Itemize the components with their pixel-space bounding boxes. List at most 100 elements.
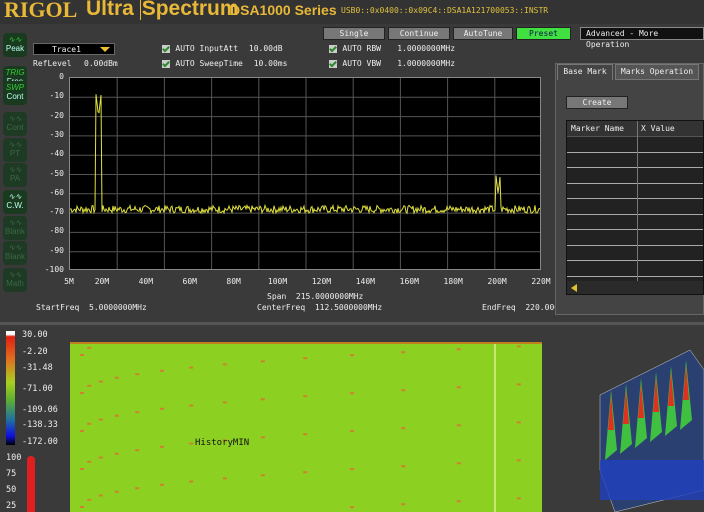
checkbox-icon[interactable] xyxy=(162,44,170,53)
sidebar-item-peak[interactable]: ∿∿ Peak xyxy=(3,33,27,57)
table-row[interactable] xyxy=(567,261,703,277)
checkbox-icon[interactable] xyxy=(329,59,337,68)
sweep-time-row[interactable]: AUTO SweepTime 10.00ms xyxy=(162,59,287,69)
input-att-row[interactable]: AUTO InputAtt 10.00dB xyxy=(162,44,283,54)
color-scale-label: -71.00 xyxy=(22,384,53,394)
column-x-value: X Value xyxy=(641,124,675,133)
table-row[interactable] xyxy=(567,168,703,184)
waterfall-mark xyxy=(160,407,164,410)
start-freq-readout: StartFreq 5.0000000MHz xyxy=(36,303,147,312)
span-readout: Span 215.0000000MHz xyxy=(267,292,364,301)
waterfall-mark xyxy=(98,456,103,459)
preset-button[interactable]: Preset xyxy=(516,27,571,40)
waterfall-mark xyxy=(160,483,164,486)
sidebar-item-blank[interactable]: ∿∿ Blank xyxy=(3,216,27,240)
waterfall-mark xyxy=(98,380,103,383)
3d-floor xyxy=(600,460,704,500)
3d-spectrogram[interactable] xyxy=(595,350,704,512)
sidebar-label: PA xyxy=(9,174,21,183)
table-row[interactable] xyxy=(567,230,703,246)
waterfall-mark xyxy=(350,354,354,357)
center-freq-readout: CenterFreq 112.5000000MHz xyxy=(257,303,383,312)
color-scale-label: 30.00 xyxy=(22,330,48,340)
rbw-row[interactable]: AUTO RBW 1.0000000MHz xyxy=(329,44,455,54)
sidebar-item-cont[interactable]: ∿∿ Cont xyxy=(3,112,27,136)
waterfall-mark xyxy=(401,389,406,392)
single-button[interactable]: Single xyxy=(323,27,385,40)
spectrum-plot[interactable] xyxy=(69,77,541,270)
sidebar-item-math[interactable]: ∿∿ Math xyxy=(3,268,27,292)
create-button[interactable]: Create xyxy=(566,96,628,109)
waterfall-mark xyxy=(135,373,140,376)
waterfall-mark xyxy=(222,401,227,404)
y-tick: -40 xyxy=(49,149,64,159)
ref-level-label: RefLevel xyxy=(33,59,72,68)
waterfall-mark xyxy=(456,424,461,427)
trace-select[interactable]: Trace1 xyxy=(33,43,115,55)
x-tick: 20M xyxy=(94,277,110,286)
horizontal-scrollbar[interactable] xyxy=(567,281,703,294)
waterfall-mark xyxy=(456,500,461,503)
gauge-label: 75 xyxy=(6,469,17,479)
table-row[interactable] xyxy=(567,215,703,230)
table-row[interactable] xyxy=(567,199,703,215)
tab-base-mark[interactable]: Base Mark xyxy=(557,64,613,80)
sidebar-top: ∿∿ xyxy=(8,114,22,123)
waterfall-mark xyxy=(303,471,308,474)
y-tick: -10 xyxy=(49,91,64,101)
sidebar-item-cont[interactable]: SWP Cont xyxy=(3,81,27,105)
waterfall-mark xyxy=(189,442,194,445)
waterfall-mark xyxy=(135,449,140,452)
y-tick: -80 xyxy=(49,226,64,236)
scroll-left-icon[interactable] xyxy=(571,284,577,292)
y-tick: -30 xyxy=(49,129,64,139)
sidebar-item-blank[interactable]: ∿∿ Blank xyxy=(3,241,27,265)
table-row[interactable] xyxy=(567,246,703,261)
waterfall-mark xyxy=(135,411,140,414)
waterfall-mark xyxy=(114,414,119,417)
x-tick: 200M xyxy=(487,277,507,286)
y-tick: -20 xyxy=(49,110,64,120)
waterfall-mark xyxy=(260,436,265,439)
sidebar-item-pa[interactable]: ∿∿ PA xyxy=(3,163,27,187)
waterfall-mark xyxy=(401,465,406,468)
sidebar-top: ∿∿ xyxy=(8,165,22,174)
advanced-dropdown[interactable]: Advanced - More Operation xyxy=(580,27,704,49)
waterfall-mark xyxy=(350,468,354,471)
color-scale-label: -172.00 xyxy=(22,437,58,447)
checkbox-icon[interactable] xyxy=(329,44,337,53)
waterfall-plot[interactable] xyxy=(70,342,542,512)
sidebar-label: Blank xyxy=(4,252,25,261)
waterfall-mark xyxy=(350,506,354,509)
sidebar-label: Math xyxy=(6,279,24,288)
table-row[interactable] xyxy=(567,137,703,153)
waterfall-mark xyxy=(516,459,521,462)
continue-button[interactable]: Continue xyxy=(388,27,450,40)
checkbox-icon[interactable] xyxy=(162,59,170,68)
waterfall-mark xyxy=(222,477,227,480)
waterfall-label: HistoryMIN xyxy=(195,438,250,448)
waterfall-mark xyxy=(222,363,227,366)
waterfall-mark xyxy=(87,384,92,387)
column-marker-name: Marker Name xyxy=(571,124,624,133)
sidebar-top: SWP xyxy=(5,83,25,92)
waterfall-mark xyxy=(303,357,308,360)
y-tick: 0 xyxy=(59,72,64,81)
waterfall-mark xyxy=(80,506,84,508)
sidebar-item-pt[interactable]: ∿∿ PT xyxy=(3,138,27,162)
table-row[interactable] xyxy=(567,184,703,199)
tab-marks-operation[interactable]: Marks Operation xyxy=(615,64,699,80)
x-tick: 180M xyxy=(443,277,463,286)
autotune-button[interactable]: AutoTune xyxy=(453,27,513,40)
color-scale-label: -138.33 xyxy=(22,420,58,430)
waterfall-mark xyxy=(260,398,265,401)
sidebar-item-cw[interactable]: ∿∿ C.W. xyxy=(3,190,27,214)
sidebar-top: ∿∿ xyxy=(8,140,22,149)
waterfall-mark xyxy=(135,487,140,490)
y-tick: -50 xyxy=(49,168,64,178)
table-row[interactable] xyxy=(567,153,703,168)
gauge-label: 50 xyxy=(6,485,17,495)
waterfall-mark xyxy=(114,490,119,493)
waterfall-mark xyxy=(87,422,92,425)
vbw-row[interactable]: AUTO VBW 1.0000000MHz xyxy=(329,59,455,69)
